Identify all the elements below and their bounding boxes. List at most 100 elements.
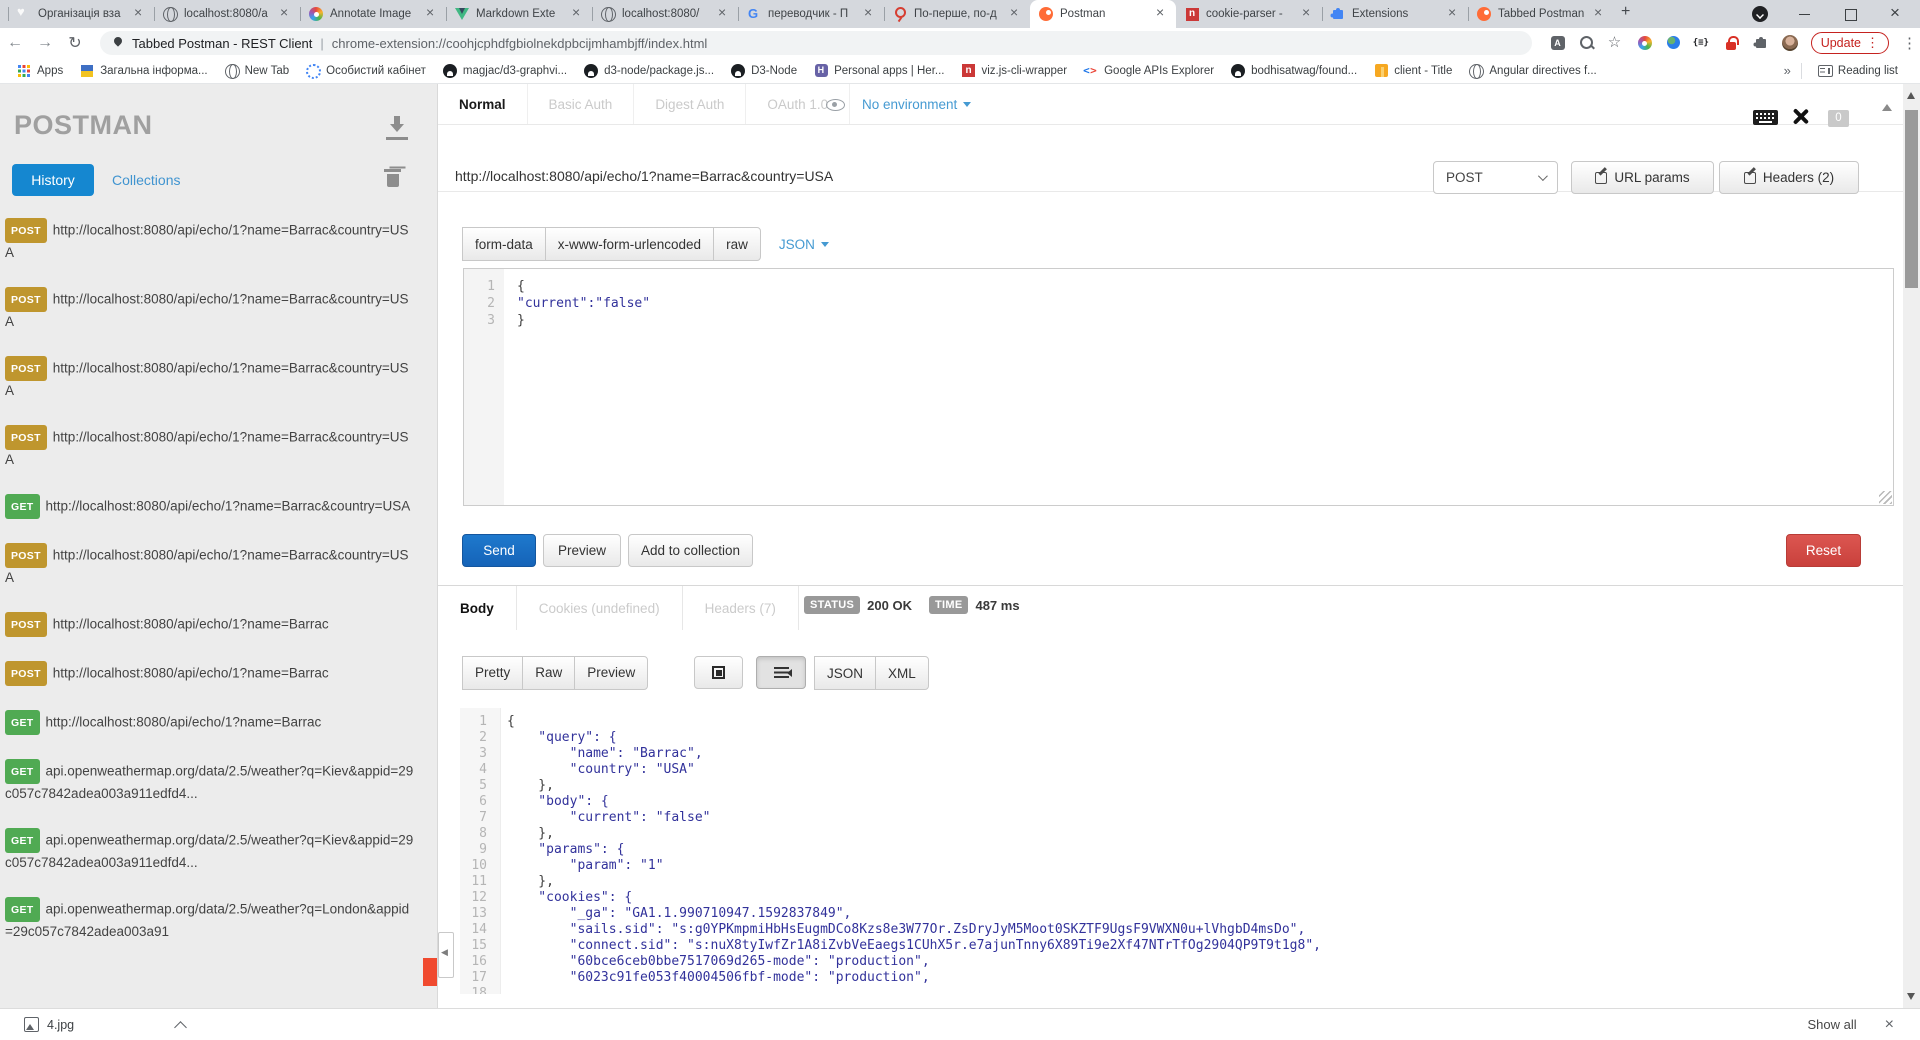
environment-selector[interactable]: No environment: [862, 97, 971, 112]
history-item[interactable]: POSThttp://localhost:8080/api/echo/1?nam…: [5, 612, 416, 637]
tab-close-icon[interactable]: [132, 7, 146, 21]
history-item[interactable]: GETapi.openweathermap.org/data/2.5/weath…: [5, 759, 416, 804]
browser-tab[interactable]: localhost:8080/a: [154, 0, 300, 28]
reading-list-button[interactable]: Reading list: [1812, 60, 1904, 82]
scroll-left-arrow[interactable]: [438, 932, 454, 978]
history-item[interactable]: POSThttp://localhost:8080/api/echo/1?nam…: [5, 287, 416, 332]
body-type-tab[interactable]: x-www-form-urlencoded: [545, 227, 714, 261]
preview-button[interactable]: Preview: [543, 534, 621, 567]
bookmark-item[interactable]: d3-node/package.js...: [577, 60, 720, 82]
history-item[interactable]: GETapi.openweathermap.org/data/2.5/weath…: [5, 897, 416, 942]
bookmark-item[interactable]: Особистий кабінет: [299, 60, 432, 82]
request-url-input[interactable]: http://localhost:8080/api/echo/1?name=Ba…: [455, 168, 1415, 184]
bookmark-item[interactable]: D3-Node: [724, 60, 803, 82]
browser-tab[interactable]: Extensions: [1322, 0, 1468, 28]
history-item[interactable]: POSThttp://localhost:8080/api/echo/1?nam…: [5, 661, 416, 686]
response-view-tab[interactable]: Preview: [574, 656, 648, 690]
body-type-tab[interactable]: raw: [713, 227, 761, 261]
browser-tab[interactable]: localhost:8080/: [592, 0, 738, 28]
response-format-tab[interactable]: JSON: [814, 656, 876, 690]
window-close-button[interactable]: [1874, 0, 1920, 28]
response-body-viewer[interactable]: 1 { 2 "query": { 3 "name": "Barrac",: [438, 708, 1894, 994]
method-select[interactable]: POST: [1433, 161, 1558, 194]
bookmark-item[interactable]: client - Title: [1367, 60, 1458, 82]
bookmark-star-icon[interactable]: [1608, 35, 1624, 51]
tab-close-icon[interactable]: [424, 7, 438, 21]
auth-tab[interactable]: Basic Auth: [528, 84, 635, 124]
bookmark-item[interactable]: Google APIs Explorer: [1077, 60, 1220, 82]
browser-tab[interactable]: cookie-parser -: [1176, 0, 1322, 28]
tab-close-icon[interactable]: [862, 7, 876, 21]
extensions-puzzle-icon[interactable]: [1753, 35, 1769, 51]
line-wrap-button[interactable]: [756, 656, 806, 689]
page-scrollbar[interactable]: [1903, 84, 1920, 1008]
response-view-tab[interactable]: Pretty: [462, 656, 523, 690]
bookmark-item[interactable]: bodhisatwag/found...: [1224, 60, 1363, 82]
keyboard-shortcuts-icon[interactable]: [1753, 110, 1778, 125]
browser-tab[interactable]: Annotate Image: [300, 0, 446, 28]
tab-close-icon[interactable]: [1446, 7, 1460, 21]
bookmarks-overflow-icon[interactable]: »: [1784, 63, 1791, 78]
address-bar[interactable]: Tabbed Postman - REST Client | chrome-ex…: [100, 31, 1532, 55]
download-menu-chevron-icon[interactable]: [170, 1015, 192, 1035]
editor-resize-grip[interactable]: [1879, 491, 1892, 504]
download-bar-close-icon[interactable]: ×: [1885, 1016, 1894, 1034]
clear-history-trash-icon[interactable]: [384, 166, 402, 188]
tab-close-icon[interactable]: [716, 7, 730, 21]
bookmark-item[interactable]: Apps: [10, 60, 69, 82]
request-body-editor[interactable]: 1 { 2 "current":"false" 3 }: [463, 268, 1894, 506]
response-format-tab[interactable]: XML: [875, 656, 929, 690]
browser-tab[interactable]: Postman: [1030, 0, 1176, 28]
scrollbar-down-icon[interactable]: [1907, 993, 1915, 1000]
browser-tab[interactable]: Markdown Exte: [446, 0, 592, 28]
browser-tab[interactable]: Tabbed Postman: [1468, 0, 1614, 28]
auth-tab[interactable]: Digest Auth: [634, 84, 746, 124]
tab-close-icon[interactable]: [1592, 7, 1606, 21]
history-item[interactable]: POSThttp://localhost:8080/api/echo/1?nam…: [5, 356, 416, 401]
history-item[interactable]: POSThttp://localhost:8080/api/echo/1?nam…: [5, 425, 416, 470]
browser-tab[interactable]: Організація вза: [8, 0, 154, 28]
json-viewer-extension-icon[interactable]: [1695, 35, 1711, 51]
response-tab[interactable]: Body: [438, 586, 517, 630]
browser-profile-circle-icon[interactable]: [1752, 6, 1768, 22]
show-all-downloads-button[interactable]: Show all: [1808, 1017, 1857, 1032]
tab-history[interactable]: History: [12, 164, 94, 196]
add-to-collection-button[interactable]: Add to collection: [628, 534, 753, 567]
back-icon[interactable]: ←: [0, 34, 30, 52]
scrollbar-thumb[interactable]: [1905, 110, 1918, 288]
response-tab[interactable]: Headers (7): [683, 586, 799, 630]
bookmark-item[interactable]: Angular directives f...: [1462, 60, 1602, 82]
headers-button[interactable]: Headers (2): [1719, 161, 1859, 194]
editor-scroll-up-icon[interactable]: [1882, 104, 1892, 111]
color-wheel-extension-icon[interactable]: [1637, 35, 1653, 51]
auth-tab[interactable]: Normal: [438, 84, 528, 124]
bookmark-item[interactable]: magjac/d3-graphvi...: [436, 60, 573, 82]
download-history-icon[interactable]: [386, 116, 408, 140]
browser-update-button[interactable]: Update ⋮: [1811, 32, 1889, 54]
response-tab[interactable]: Cookies (undefined): [517, 586, 683, 630]
settings-tools-icon[interactable]: [1790, 107, 1810, 127]
tab-close-icon[interactable]: [1008, 7, 1022, 21]
history-item[interactable]: POSThttp://localhost:8080/api/echo/1?nam…: [5, 218, 416, 263]
tab-close-icon[interactable]: [570, 7, 584, 21]
body-type-tab[interactable]: form-data: [462, 227, 546, 261]
tab-collections[interactable]: Collections: [112, 172, 180, 188]
response-view-tab[interactable]: Raw: [522, 656, 575, 690]
bookmark-item[interactable]: Personal apps | Her...: [807, 60, 950, 82]
new-tab-button[interactable]: [1614, 1, 1640, 27]
scrollbar-up-icon[interactable]: [1907, 92, 1915, 99]
forward-icon[interactable]: →: [30, 34, 60, 52]
sidebar-scrollbar-thumb[interactable]: [423, 958, 437, 986]
window-maximize-button[interactable]: [1828, 0, 1874, 28]
browser-menu-icon[interactable]: ⋮: [1902, 34, 1912, 52]
fullscreen-button[interactable]: [694, 656, 743, 689]
bookmark-item[interactable]: New Tab: [218, 60, 296, 82]
bookmark-item[interactable]: Загальна інформа...: [73, 60, 213, 82]
environment-eye-icon[interactable]: [826, 99, 845, 111]
translate-icon[interactable]: [1550, 35, 1566, 51]
password-lock-extension-icon[interactable]: [1724, 35, 1740, 51]
tab-close-icon[interactable]: [1300, 7, 1314, 21]
browser-tab[interactable]: По-перше, по-д: [884, 0, 1030, 28]
globe-extension-icon[interactable]: [1666, 35, 1682, 51]
reload-icon[interactable]: ↻: [60, 33, 90, 53]
